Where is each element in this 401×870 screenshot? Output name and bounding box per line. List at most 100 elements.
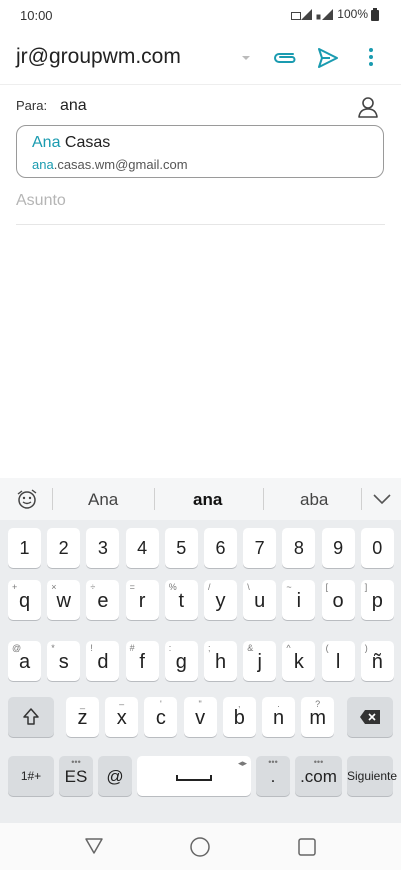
key-label: f <box>139 651 145 673</box>
key-3[interactable]: 3 <box>86 528 120 568</box>
key-i[interactable]: ~ i <box>282 580 316 620</box>
suggestion-word-1[interactable]: Ana <box>88 490 118 510</box>
key-c[interactable]: ' c <box>144 697 178 737</box>
status-time: 10:00 <box>20 8 53 23</box>
key-0[interactable]: 0 <box>360 528 394 568</box>
attach-icon[interactable] <box>271 47 299 69</box>
divider <box>52 488 53 510</box>
space-key[interactable]: ◂▸ <box>137 756 251 796</box>
key-v[interactable]: " v <box>183 697 217 737</box>
key-label: w <box>56 590 71 612</box>
backspace-key[interactable] <box>347 697 393 737</box>
home-icon[interactable] <box>189 836 211 858</box>
key-label: 2 <box>58 538 69 558</box>
key-g[interactable]: :g <box>164 641 198 681</box>
key-label: l <box>335 651 341 673</box>
key-b[interactable]: ,b <box>222 697 256 737</box>
key-s[interactable]: * s <box>47 641 81 681</box>
language-key[interactable]: ES ••• <box>59 756 93 796</box>
key-t[interactable]: % t <box>164 580 198 620</box>
key-u[interactable]: \ u <box>243 580 277 620</box>
key-dots: ••• <box>268 757 278 767</box>
key-4[interactable]: 4 <box>125 528 159 568</box>
key-label: e <box>97 590 109 612</box>
key-r[interactable]: = r <box>125 580 159 620</box>
key-m[interactable]: ? m <box>301 697 335 737</box>
key-9[interactable]: 9 <box>321 528 355 568</box>
symbols-key[interactable]: 1#+ <box>8 756 54 796</box>
key-n[interactable]: .n <box>262 697 295 737</box>
key-h[interactable]: ; h <box>204 641 237 681</box>
period-key[interactable]: . ••• <box>256 756 290 796</box>
key-label: p <box>371 590 383 612</box>
signal-icon <box>291 9 313 20</box>
dotcom-key[interactable]: .com ••• <box>295 756 342 796</box>
battery-percent: 100% <box>337 7 368 21</box>
add-contact-icon[interactable] <box>356 95 380 119</box>
key-label: 7 <box>254 538 265 558</box>
key-label: u <box>254 590 266 612</box>
key-d[interactable]: ! d <box>86 641 120 681</box>
key-8[interactable]: 8 <box>282 528 316 568</box>
key-label: t <box>178 590 185 612</box>
to-label: Para: <box>16 98 48 113</box>
key-x[interactable]: – x <box>105 697 139 737</box>
key-label: . <box>270 767 276 786</box>
key-7[interactable]: 7 <box>243 528 277 568</box>
key-label: 9 <box>333 538 344 558</box>
key-o[interactable]: [o <box>321 580 355 620</box>
key-l[interactable]: (l <box>321 641 355 681</box>
key-label: h <box>214 651 227 673</box>
divider <box>361 488 362 510</box>
key-label: i <box>296 590 302 612</box>
key-e[interactable]: ÷ e <box>86 580 120 620</box>
key-label: s <box>58 651 69 673</box>
key-label: a <box>18 651 31 673</box>
key-label: b <box>233 707 245 729</box>
at-key[interactable]: @ <box>98 756 132 796</box>
key-label: o <box>332 590 344 612</box>
recents-icon[interactable] <box>297 837 317 857</box>
key-p[interactable]: ] p <box>360 580 394 620</box>
key-y[interactable]: / y <box>204 580 237 620</box>
key-label: 1#+ <box>20 769 42 783</box>
emoji-refresh-icon[interactable] <box>15 488 39 510</box>
back-icon[interactable] <box>84 837 104 855</box>
key-q[interactable]: + q <box>8 580 41 620</box>
suggestion-name: Ana Casas <box>32 134 111 151</box>
key-2[interactable]: 2 <box>47 528 81 568</box>
send-icon[interactable] <box>316 46 340 70</box>
key-6[interactable]: 6 <box>204 528 237 568</box>
to-input[interactable]: ana <box>60 97 87 115</box>
key-j[interactable]: & j <box>243 641 277 681</box>
subject-divider <box>16 224 385 225</box>
key-label: 3 <box>97 538 108 558</box>
key-w[interactable]: × w <box>47 580 81 620</box>
key-label: v <box>195 707 206 729</box>
more-options-icon[interactable] <box>368 46 374 68</box>
key-ñ[interactable]: ) ñ <box>360 641 394 681</box>
key-a[interactable]: @ a <box>8 641 41 681</box>
key-label: 8 <box>293 538 304 558</box>
key-label: ES <box>64 767 88 786</box>
status-bar: 10:00 100% <box>0 0 401 32</box>
key-k[interactable]: ^ k <box>282 641 316 681</box>
next-key[interactable]: Siguiente <box>347 756 397 796</box>
key-dots: ••• <box>313 757 324 767</box>
key-f[interactable]: # f <box>125 641 159 681</box>
account-dropdown-icon[interactable] <box>240 54 252 62</box>
key-label: 6 <box>215 538 226 558</box>
key-label: z <box>77 707 88 729</box>
shift-key[interactable] <box>8 697 54 737</box>
contact-suggestion[interactable]: Ana Casas ana.casas.wm@gmail.com <box>16 125 384 178</box>
key-1[interactable]: 1 <box>8 528 41 568</box>
suggestion-word-3[interactable]: aba <box>300 490 328 510</box>
key-z[interactable]: _ z <box>66 697 99 737</box>
subject-input[interactable]: Asunto <box>16 192 66 210</box>
suggestion-word-2[interactable]: ana <box>193 490 222 510</box>
key-label: d <box>97 651 109 673</box>
from-account[interactable]: jr@groupwm.com <box>16 45 181 69</box>
key-5[interactable]: 5 <box>164 528 198 568</box>
navigation-bar <box>0 823 401 870</box>
chevron-down-icon[interactable] <box>372 493 392 505</box>
